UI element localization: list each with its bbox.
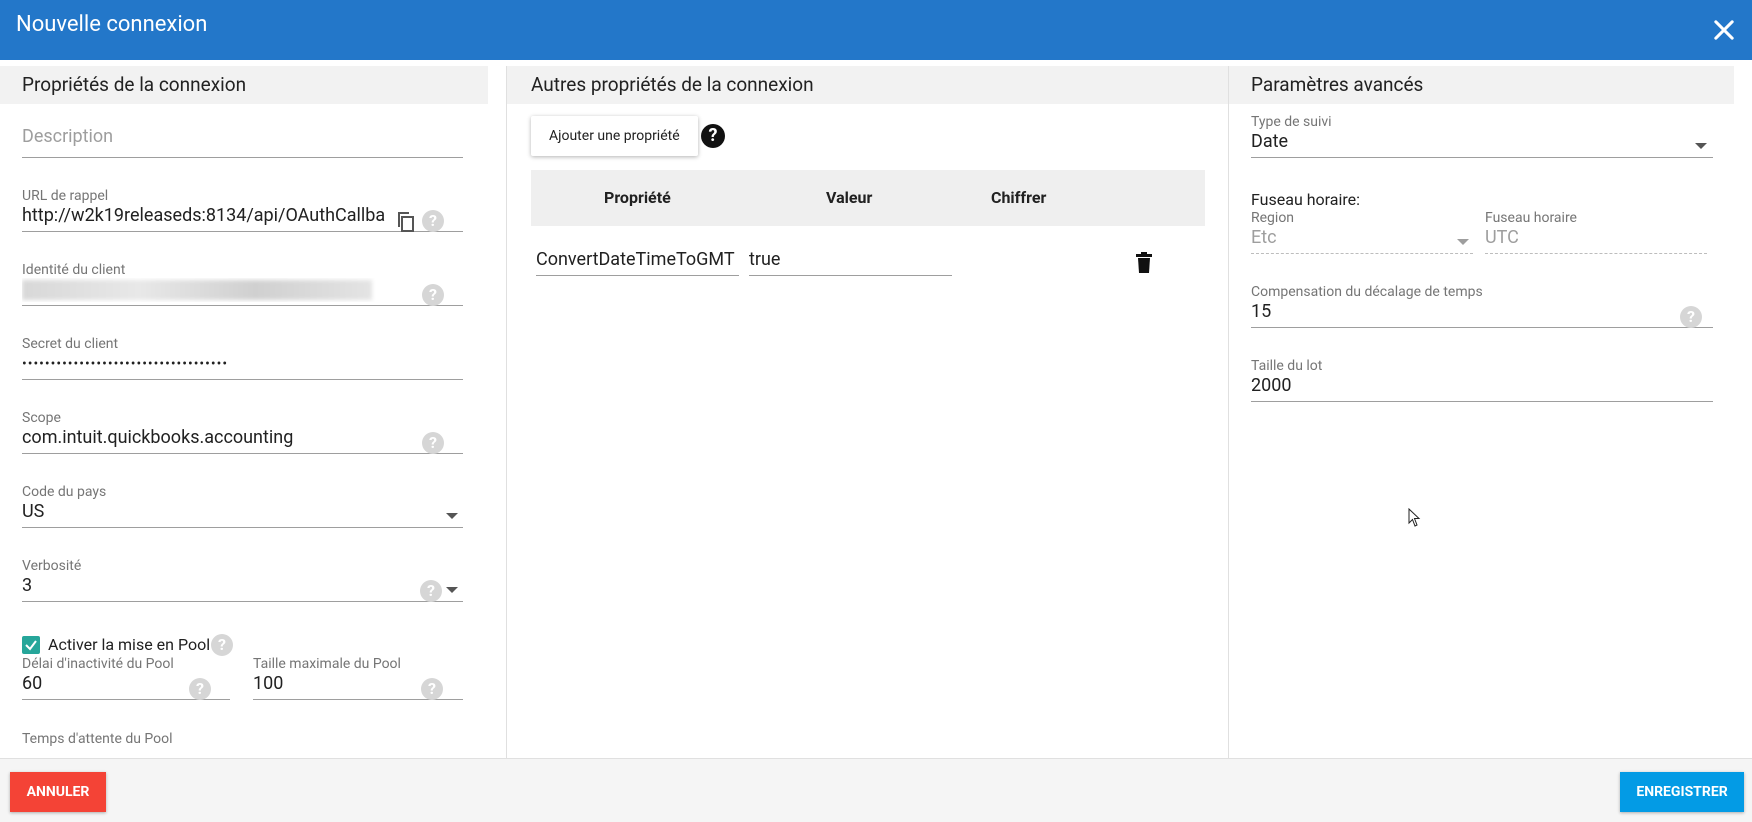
help-icon[interactable]: ? [211,634,233,656]
chevron-down-icon [1457,239,1469,245]
pool-enable-label: Activer la mise en Pool [48,635,211,654]
mouse-cursor-icon [1408,508,1421,527]
pool-max-label: Taille maximale du Pool [253,656,401,672]
help-icon[interactable]: ? [701,124,725,148]
country-code-value: US [22,501,45,522]
region-value: Etc [1251,227,1277,248]
chevron-down-icon[interactable] [1695,143,1707,149]
client-id-field[interactable]: Identité du client ? [22,262,463,306]
other-properties-panel: Autres propriétés de la connexion Ajoute… [506,66,1228,758]
batch-size-field[interactable]: Taille du lot 2000 [1251,358,1713,402]
region-select: Region Etc [1251,210,1473,254]
chevron-down-icon[interactable] [446,513,458,519]
pool-idle-label: Délai d'inactivité du Pool [22,656,174,672]
blurred-value [22,280,372,301]
time-offset-value: 15 [1251,301,1272,322]
verbosity-select[interactable]: Verbosité 3 ? [22,558,463,602]
dialog-title: Nouvelle connexion [16,12,208,37]
trash-icon[interactable] [1135,252,1153,274]
pool-enable-checkbox[interactable] [22,636,40,654]
scope-label: Scope [22,410,61,426]
connection-properties-header: Propriétés de la connexion [0,66,488,104]
timezone-label: Fuseau horaire [1485,210,1577,226]
help-icon[interactable]: ? [422,210,444,232]
description-placeholder: Description [22,126,114,147]
time-offset-field[interactable]: Compensation du décalage de temps 15 ? [1251,284,1713,328]
scope-value: com.intuit.quickbooks.accounting [22,427,294,448]
advanced-settings-panel: Paramètres avancés Type de suivi Date Fu… [1228,66,1734,758]
help-icon[interactable]: ? [422,432,444,454]
close-icon[interactable] [1710,16,1738,44]
tracking-type-value: Date [1251,131,1289,152]
client-id-value [22,278,463,302]
description-input[interactable]: Description [22,126,463,158]
time-offset-label: Compensation du décalage de temps [1251,284,1483,300]
region-label: Region [1251,210,1295,226]
tracking-type-label: Type de suivi [1251,114,1332,130]
client-secret-value: •••••••••••••••••••••••••••••••••••• [22,356,229,372]
copy-icon[interactable] [394,210,418,234]
country-code-select[interactable]: Code du pays US [22,484,463,528]
callback-url-field[interactable]: URL de rappel http://w2k19releaseds:8134… [22,188,463,232]
other-properties-header: Autres propriétés de la connexion [507,66,1228,104]
column-property: Propriété [604,188,671,207]
help-icon[interactable]: ? [421,678,443,700]
timezone-value: UTC [1485,227,1519,248]
connection-properties-panel: Propriétés de la connexion Description U… [0,66,488,758]
chevron-down-icon[interactable] [446,587,458,593]
help-icon[interactable]: ? [422,284,444,306]
help-icon[interactable]: ? [1680,306,1702,328]
verbosity-value: 3 [22,575,33,596]
timezone-select: Fuseau horaire UTC [1485,210,1707,254]
timezone-title: Fuseau horaire: [1251,190,1360,209]
new-connection-dialog: Nouvelle connexion Propriétés de la conn… [0,0,1752,822]
client-secret-label: Secret du client [22,336,119,352]
client-id-label: Identité du client [22,262,126,278]
property-value-input[interactable]: true [749,246,952,276]
batch-size-value: 2000 [1251,375,1292,396]
verbosity-label: Verbosité [22,558,82,574]
help-icon[interactable]: ? [420,580,442,602]
pool-idle-field[interactable]: Délai d'inactivité du Pool 60 ? [22,656,230,700]
column-value: Valeur [826,188,873,207]
advanced-settings-header: Paramètres avancés [1229,66,1734,104]
dialog-titlebar: Nouvelle connexion [0,0,1752,60]
callback-url-value: http://w2k19releaseds:8134/api/OAuthCall… [22,205,386,226]
dialog-footer: ANNULER ENREGISTRER [0,758,1752,822]
client-secret-field[interactable]: Secret du client •••••••••••••••••••••••… [22,336,463,380]
pool-max-field[interactable]: Taille maximale du Pool 100 ? [253,656,463,700]
properties-table-header: Propriété Valeur Chiffrer [531,170,1205,226]
callback-url-label: URL de rappel [22,188,109,204]
tracking-type-select[interactable]: Type de suivi Date [1251,114,1713,158]
batch-size-label: Taille du lot [1251,358,1323,374]
country-code-label: Code du pays [22,484,107,500]
scope-field[interactable]: Scope com.intuit.quickbooks.accounting ? [22,410,463,454]
property-name-input[interactable]: ConvertDateTimeToGMT [536,246,739,276]
help-icon[interactable]: ? [189,678,211,700]
column-encrypt: Chiffrer [991,188,1047,207]
cancel-button[interactable]: ANNULER [10,772,106,812]
pool-wait-label: Temps d'attente du Pool [22,731,173,747]
save-button[interactable]: ENREGISTRER [1620,772,1744,812]
add-property-button[interactable]: Ajouter une propriété [531,116,698,156]
